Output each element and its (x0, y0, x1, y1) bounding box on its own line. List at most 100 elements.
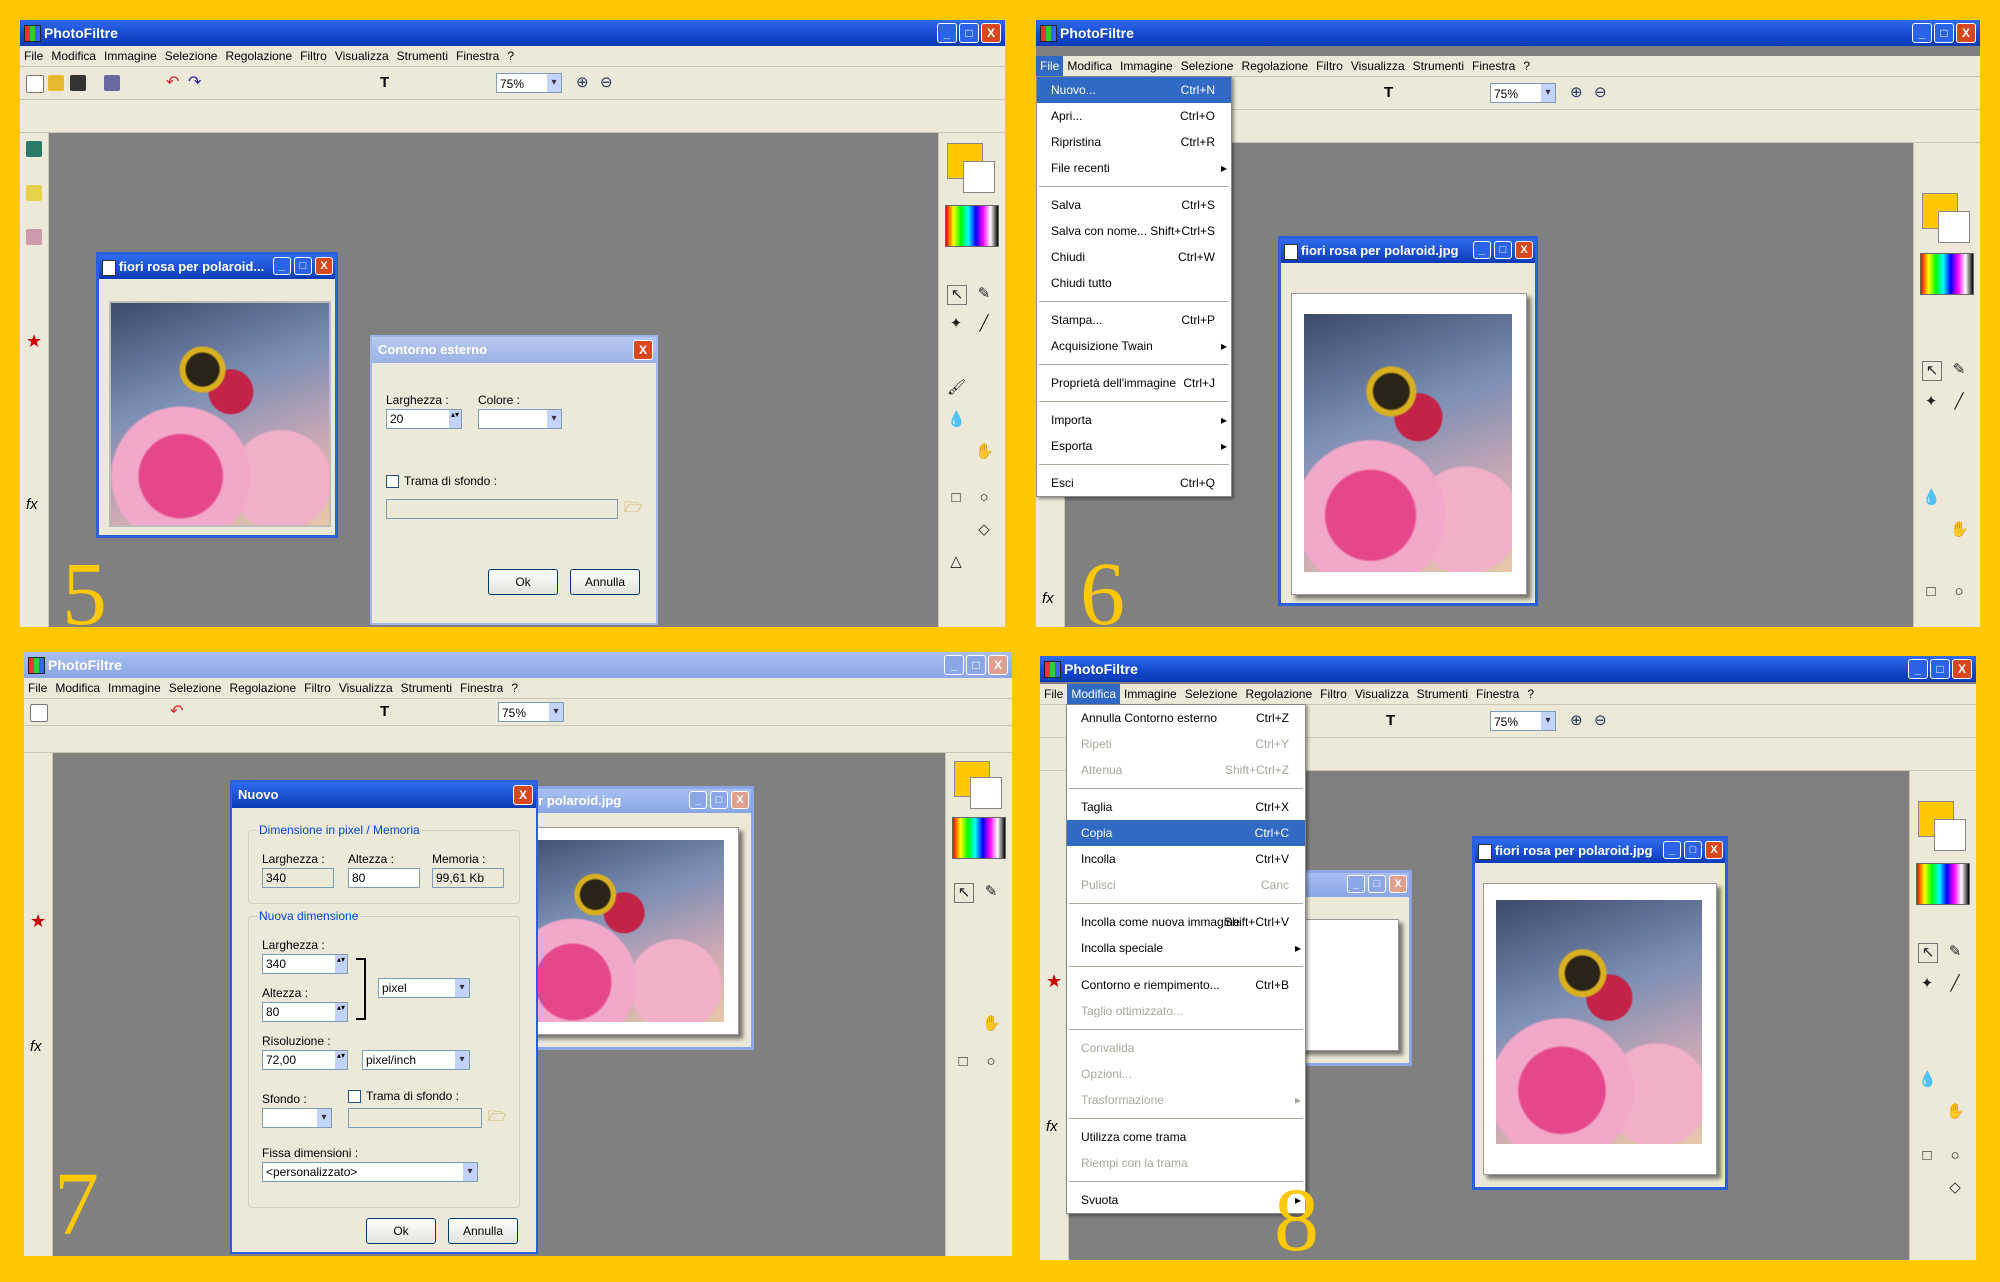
document-window[interactable]: fiori rosa per polaroid... _ □ X (96, 252, 338, 538)
maximize-button[interactable]: □ (1368, 875, 1386, 893)
menu-strumenti[interactable]: Strumenti (1413, 684, 1472, 704)
color-palette[interactable] (1920, 253, 1974, 295)
menu-item-salva-con-nome[interactable]: Salva con nome... Shift+Ctrl+S (1037, 218, 1231, 244)
open-folder-icon[interactable] (48, 75, 64, 91)
menu-help[interactable]: ? (503, 46, 518, 66)
menu-selezione[interactable]: Selezione (165, 678, 226, 698)
text-tool-icon[interactable]: T (1386, 713, 1402, 729)
zoom-select[interactable]: 75% (498, 702, 564, 722)
close-button[interactable]: X (1956, 23, 1976, 43)
dialog-close-button[interactable]: X (633, 340, 653, 360)
menu-item-acquisizione-twain[interactable]: Acquisizione Twain (1037, 333, 1231, 359)
zoom-select[interactable]: 75% (496, 73, 562, 93)
menu-item-chiudi[interactable]: Chiudi Ctrl+W (1037, 244, 1231, 270)
unit-dropdown[interactable]: pixel (378, 978, 470, 998)
menu-selezione[interactable]: Selezione (161, 46, 222, 66)
menu-item-apri[interactable]: Apri... Ctrl+O (1037, 103, 1231, 129)
menu-item-esci[interactable]: Esci Ctrl+Q (1037, 470, 1231, 496)
menu-item-proprieta[interactable]: Proprietà dell'immagine Ctrl+J (1037, 370, 1231, 396)
width-spinner[interactable]: 20 (386, 409, 462, 429)
minimize-button[interactable]: _ (1347, 875, 1365, 893)
line-icon[interactable]: ╱ (975, 315, 993, 333)
background-color-dropdown[interactable] (262, 1108, 332, 1128)
pointer-icon[interactable]: ↖ (1918, 943, 1938, 963)
menu-modifica[interactable]: Modifica (1063, 56, 1116, 76)
menu-item-incolla[interactable]: Incolla Ctrl+V (1067, 846, 1305, 872)
resolution-spinner[interactable]: 72,00 (262, 1050, 348, 1070)
fx-icon[interactable]: fx (30, 1039, 46, 1055)
hand-icon[interactable]: ✋ (1946, 1103, 1965, 1121)
magic-wand-icon[interactable]: ✦ (947, 315, 965, 333)
menu-finestra[interactable]: Finestra (1472, 684, 1523, 704)
menu-immagine[interactable]: Immagine (104, 678, 165, 698)
zoom-select[interactable]: 75% (1490, 83, 1556, 103)
zoom-out-icon[interactable]: ⊖ (600, 75, 616, 91)
menu-item-chiudi-tutto[interactable]: Chiudi tutto (1037, 270, 1231, 296)
menu-visualizza[interactable]: Visualizza (335, 678, 397, 698)
menu-file[interactable]: File (1036, 56, 1064, 76)
preset-dropdown[interactable]: <personalizzato> (262, 1162, 478, 1182)
rectangle-icon[interactable]: □ (1918, 1147, 1936, 1165)
menu-immagine[interactable]: Immagine (1116, 56, 1177, 76)
menu-item-incolla-speciale[interactable]: Incolla speciale (1067, 935, 1305, 961)
hand-icon[interactable]: ✋ (975, 443, 994, 461)
close-button[interactable]: X (731, 791, 749, 809)
maximize-button[interactable]: □ (1684, 841, 1702, 859)
line-icon[interactable]: ╱ (1946, 975, 1964, 993)
menu-immagine[interactable]: Immagine (100, 46, 161, 66)
zoom-out-icon[interactable]: ⊖ (1594, 85, 1610, 101)
menu-selezione[interactable]: Selezione (1177, 56, 1238, 76)
rectangle-icon[interactable]: □ (947, 489, 965, 507)
document-window[interactable]: fiori rosa per polaroid.jpg _ □ X (1278, 236, 1538, 606)
close-button[interactable]: X (1515, 241, 1533, 259)
background-color[interactable] (963, 161, 995, 193)
new-file-icon[interactable] (26, 75, 44, 93)
zoom-out-icon[interactable]: ⊖ (1594, 713, 1610, 729)
rectangle-icon[interactable]: □ (1922, 583, 1940, 601)
new-file-icon[interactable] (30, 704, 48, 722)
eyedropper-icon[interactable]: ✎ (1950, 361, 1968, 379)
drop-icon[interactable]: 💧 (1922, 489, 1941, 507)
new-height-spinner[interactable]: 80 (262, 1002, 348, 1022)
minimize-button[interactable]: _ (1908, 659, 1928, 679)
maximize-button[interactable]: □ (966, 655, 986, 675)
menu-modifica[interactable]: Modifica (1067, 684, 1121, 704)
menu-regolazione[interactable]: Regolazione (1241, 684, 1316, 704)
text-tool-icon[interactable]: T (380, 704, 396, 720)
menu-item-nuovo[interactable]: Nuovo... Ctrl+N (1037, 77, 1231, 103)
menu-file[interactable]: File (20, 46, 47, 66)
drop-icon[interactable]: 💧 (1918, 1071, 1937, 1089)
star-icon[interactable]: ★ (30, 912, 46, 930)
menu-strumenti[interactable]: Strumenti (1409, 56, 1468, 76)
minimize-button[interactable]: _ (689, 791, 707, 809)
color-palette[interactable] (945, 205, 999, 247)
fx-icon[interactable]: fx (26, 497, 42, 513)
ellipse-icon[interactable]: ○ (1946, 1147, 1964, 1165)
menu-finestra[interactable]: Finestra (452, 46, 503, 66)
menu-visualizza[interactable]: Visualizza (1351, 684, 1413, 704)
menu-filtro[interactable]: Filtro (300, 678, 335, 698)
ellipse-icon[interactable]: ○ (982, 1053, 1000, 1071)
star-icon[interactable]: ★ (26, 332, 42, 350)
document-window[interactable]: fiori rosa per polaroid.jpg _ □ X (1472, 836, 1728, 1190)
menu-filtro[interactable]: Filtro (1316, 684, 1351, 704)
menu-item-svuota[interactable]: Svuota (1067, 1187, 1305, 1213)
close-button[interactable]: X (315, 257, 333, 275)
menu-regolazione[interactable]: Regolazione (225, 678, 300, 698)
fx-icon[interactable]: fx (1046, 1119, 1062, 1135)
folder-icon[interactable]: 🗁 (488, 1108, 507, 1126)
minimize-button[interactable]: _ (944, 655, 964, 675)
menu-visualizza[interactable]: Visualizza (1347, 56, 1409, 76)
background-color[interactable] (1938, 211, 1970, 243)
tool-icon[interactable] (26, 229, 42, 245)
brush-icon[interactable]: 🖌 (947, 379, 966, 397)
undo-icon[interactable]: ↶ (166, 75, 182, 91)
cancel-button[interactable]: Annulla (448, 1218, 518, 1244)
menu-item-file-recenti[interactable]: File recenti (1037, 155, 1231, 181)
texture-checkbox[interactable] (348, 1090, 361, 1103)
menu-regolazione[interactable]: Regolazione (1237, 56, 1312, 76)
star-icon[interactable]: ★ (1046, 972, 1062, 990)
close-button[interactable]: X (981, 23, 1001, 43)
zoom-in-icon[interactable]: ⊕ (1570, 85, 1586, 101)
texture-checkbox[interactable] (386, 475, 399, 488)
